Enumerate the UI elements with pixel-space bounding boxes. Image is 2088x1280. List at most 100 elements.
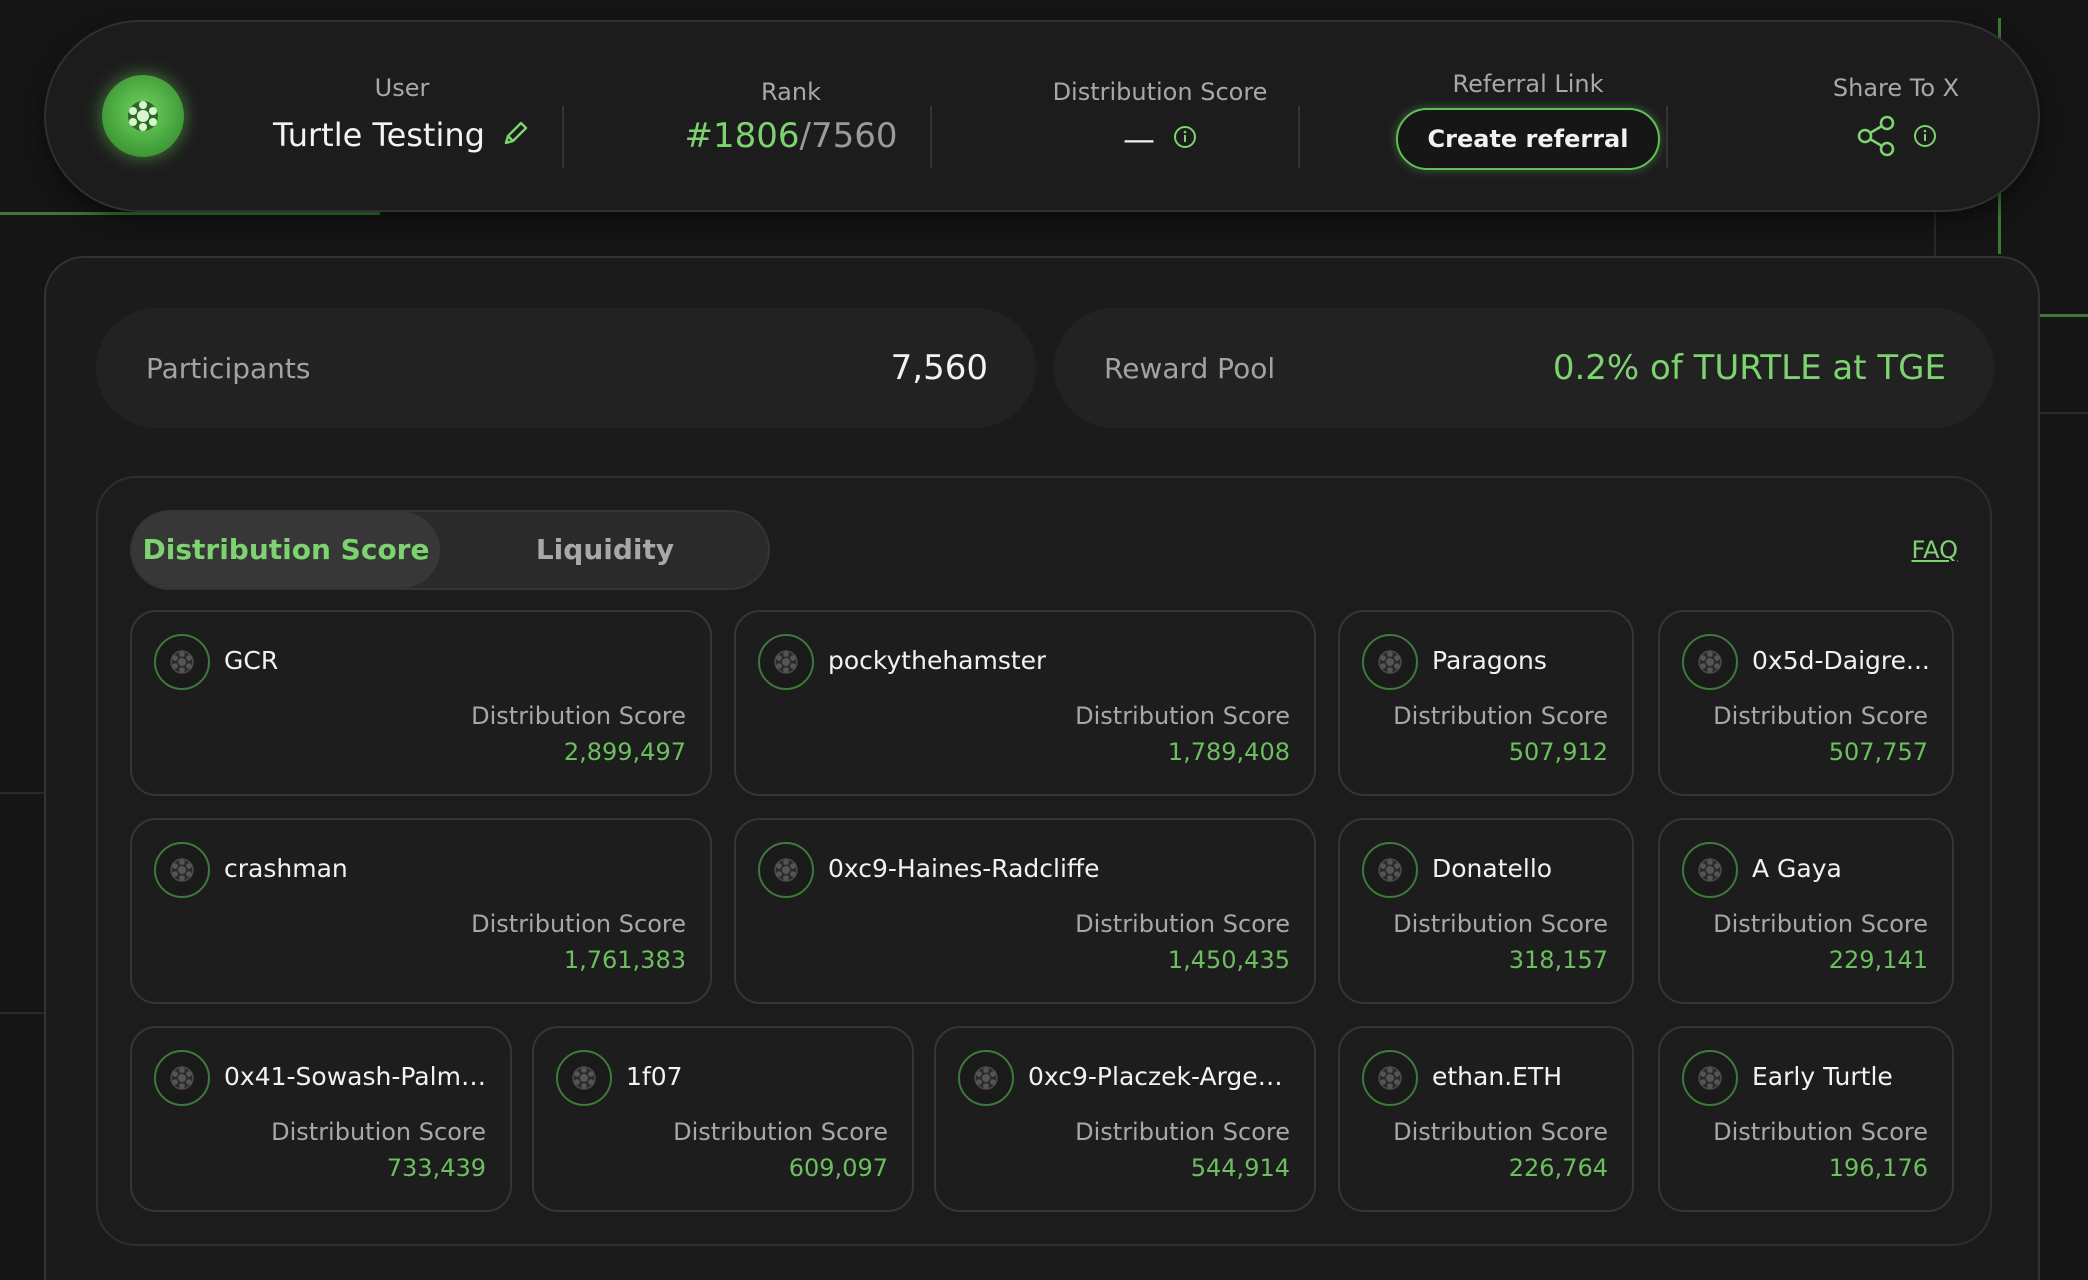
card-score-label: Distribution Score [1393,910,1608,938]
rank-current: #1806 [684,116,800,156]
turtle-avatar-icon [154,634,210,690]
card-score-value: 226,764 [1508,1154,1608,1182]
share-section: Share To X [1766,74,2026,162]
leaderboard-card[interactable]: GCR Distribution Score 2,899,497 [130,610,712,796]
card-score-label: Distribution Score [471,702,686,730]
faq-link[interactable]: FAQ [1912,536,1959,564]
distribution-score-value: — [1123,120,1155,158]
create-referral-button[interactable]: Create referral [1395,108,1661,170]
tab-distribution-score[interactable]: Distribution Score [132,512,440,588]
card-score-label: Distribution Score [1075,1118,1290,1146]
turtle-avatar-icon [154,842,210,898]
card-user-name: 0x5d-Daigre... [1752,646,1930,675]
leaderboard-card[interactable]: 0x41-Sowash-Palmo... Distribution Score 73… [130,1026,512,1212]
leaderboard-card[interactable]: pockythehamster Distribution Score 1,789,4… [734,610,1316,796]
card-user-name: Donatello [1432,854,1553,883]
share-label: Share To X [1832,74,1960,102]
turtle-avatar-icon [1362,634,1418,690]
card-score-value: 2,899,497 [563,738,686,766]
divider [1666,106,1668,168]
card-score-label: Distribution Score [1713,1118,1928,1146]
turtle-avatar-icon [1682,634,1738,690]
card-score-label: Distribution Score [271,1118,486,1146]
participants-label: Participants [146,351,311,385]
share-icon[interactable] [1855,114,1899,162]
user-name: Turtle Testing [273,116,485,154]
bg-accent-left [0,212,380,215]
card-score-label: Distribution Score [1713,910,1928,938]
leaderboard-card[interactable]: 0xc9-Haines-Radcliffe Distribution Score 1… [734,818,1316,1004]
info-icon[interactable] [1173,125,1197,153]
card-user-name: crashman [224,854,348,883]
leaderboard-card[interactable]: 1f07 Distribution Score 609,097 [532,1026,914,1212]
turtle-avatar-icon [154,1050,210,1106]
card-user-name: pockythehamster [828,646,1047,675]
participants-value: 7,560 [890,348,988,388]
leaderboard-card[interactable]: 0x5d-Daigre... Distribution Score 507,757 [1658,610,1954,796]
card-score-label: Distribution Score [471,910,686,938]
distribution-score-section: Distribution Score — [1010,78,1310,158]
leaderboard-card[interactable]: ethan.ETH Distribution Score 226,764 [1338,1026,1634,1212]
participants-stat: Participants 7,560 [96,308,1036,428]
distribution-score-label: Distribution Score [1052,78,1268,106]
leaderboard-card[interactable]: Paragons Distribution Score 507,912 [1338,610,1634,796]
card-user-name: 0xc9-Haines-Radcliffe [828,854,1100,883]
bg-accent-right [2040,314,2088,317]
card-user-name: 0xc9-Placzek-Argen... [1028,1062,1294,1091]
turtle-avatar-icon [1362,842,1418,898]
referral-label: Referral Link [1452,70,1604,98]
turtle-logo-icon [102,75,184,157]
rank-value: #1806/7560 [646,116,936,156]
card-score-value: 507,757 [1828,738,1928,766]
bg-divider-right [2040,412,2088,414]
card-score-value: 733,439 [386,1154,486,1182]
card-score-value: 229,141 [1828,946,1928,974]
rank-total: 7560 [810,116,898,156]
card-score-value: 1,761,383 [563,946,686,974]
card-score-label: Distribution Score [1393,1118,1608,1146]
leaderboard-card[interactable]: A Gaya Distribution Score 229,141 [1658,818,1954,1004]
card-user-name: Paragons [1432,646,1547,675]
leaderboard-card[interactable]: Donatello Distribution Score 318,157 [1338,818,1634,1004]
rank-label: Rank [761,78,821,106]
card-score-value: 1,450,435 [1167,946,1290,974]
leaderboard: Distribution Score Liquidity FAQ GCR Dist… [96,476,1992,1246]
info-icon[interactable] [1913,124,1937,152]
pencil-icon[interactable] [501,118,531,152]
user-label: User [374,74,430,102]
bg-divider-left-1 [0,792,44,794]
turtle-avatar-icon [758,842,814,898]
card-score-value: 507,912 [1508,738,1608,766]
card-user-name: 0x41-Sowash-Palmo... [224,1062,490,1091]
card-score-value: 1,789,408 [1167,738,1290,766]
card-score-value: 318,157 [1508,946,1608,974]
card-score-label: Distribution Score [1713,702,1928,730]
reward-pool-label: Reward Pool [1104,351,1276,385]
turtle-avatar-icon [556,1050,612,1106]
profile-header-bar: User Turtle Testing Rank #1806/7560 Dist… [44,20,2040,212]
card-user-name: ethan.ETH [1432,1062,1563,1091]
card-user-name: Early Turtle [1752,1062,1893,1091]
tab-switcher: Distribution Score Liquidity [130,510,770,590]
leaderboard-card[interactable]: Early Turtle Distribution Score 196,176 [1658,1026,1954,1212]
turtle-avatar-icon [1362,1050,1418,1106]
tab-liquidity[interactable]: Liquidity [440,512,770,588]
card-score-value: 609,097 [788,1154,888,1182]
divider [930,106,932,168]
card-score-value: 196,176 [1828,1154,1928,1182]
leaderboard-panel: Participants 7,560 Reward Pool 0.2% of T… [44,256,2040,1280]
turtle-avatar-icon [1682,1050,1738,1106]
card-score-label: Distribution Score [1393,702,1608,730]
divider [562,106,564,168]
turtle-avatar-icon [1682,842,1738,898]
bg-divider-left-2 [0,1012,44,1014]
rank-separator: / [799,116,811,156]
card-score-label: Distribution Score [1075,910,1290,938]
referral-section: Referral Link Create referral [1386,70,1670,170]
card-user-name: A Gaya [1752,854,1842,883]
reward-pool-stat: Reward Pool 0.2% of TURTLE at TGE [1054,308,1994,428]
leaderboard-card[interactable]: crashman Distribution Score 1,761,383 [130,818,712,1004]
card-score-value: 544,914 [1190,1154,1290,1182]
rank-section: Rank #1806/7560 [646,78,936,156]
leaderboard-card[interactable]: 0xc9-Placzek-Argen... Distribution Score 5… [934,1026,1316,1212]
